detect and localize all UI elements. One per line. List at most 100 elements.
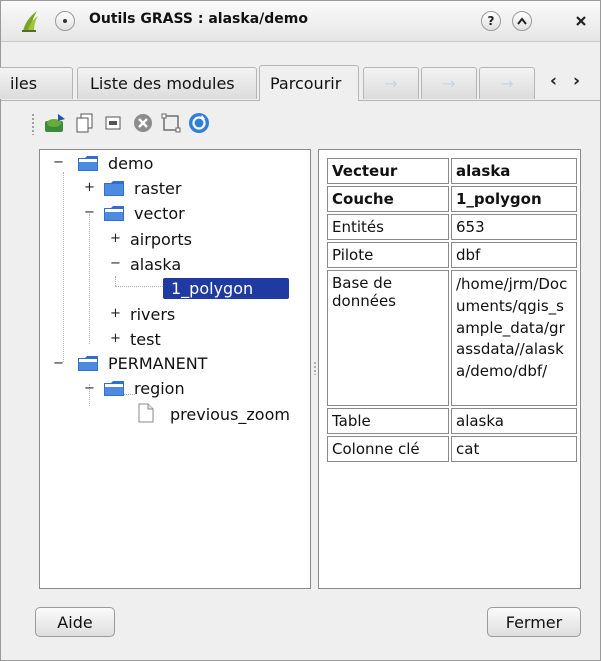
toolbar-grip[interactable]	[31, 113, 35, 135]
collapse-permanent-button[interactable]: −	[53, 357, 64, 370]
tab-bar: iles Liste des modules Parcourir → → → ‹…	[0, 65, 600, 101]
tree-item-label: region	[134, 378, 185, 398]
tree-item-raster[interactable]: raster	[134, 177, 181, 199]
tab-scroll-left-button[interactable]: ‹	[550, 71, 557, 91]
tree-item-label: alaska	[130, 254, 182, 274]
table-row: Couche 1_polygon	[327, 186, 577, 212]
tree-item-label: airports	[130, 229, 192, 249]
info-value: alaska	[451, 408, 577, 434]
tree-item-label: demo	[108, 153, 154, 173]
info-key: Table	[327, 408, 449, 434]
browser-toolbar	[31, 111, 291, 139]
info-key: Entités	[327, 214, 449, 240]
tree-item-test[interactable]: test	[130, 328, 161, 350]
add-map-icon[interactable]	[43, 111, 67, 135]
info-key: Pilote	[327, 242, 449, 268]
info-value: /home/jrm/Documents/qgis_sample_data/gra…	[451, 270, 577, 406]
folder-icon	[104, 181, 124, 196]
info-key: Base de données	[327, 270, 449, 406]
grass-tools-window: Outils GRASS : alaska/demo ? iles Liste …	[0, 0, 601, 661]
question-icon: ?	[487, 14, 495, 28]
tree-item-label: previous_zoom	[170, 404, 290, 424]
rollup-button[interactable]	[512, 11, 532, 31]
set-region-icon[interactable]	[159, 111, 183, 135]
help-button[interactable]: Aide	[35, 607, 115, 637]
tree-item-demo[interactable]: demo	[108, 152, 153, 174]
close-window-button[interactable]	[571, 11, 591, 31]
expand-rivers-button[interactable]: +	[110, 307, 121, 320]
tree-item-label: vector	[134, 203, 185, 223]
tree-item-1-polygon[interactable]: 1_polygon	[163, 277, 290, 299]
tree-line	[89, 214, 90, 344]
arrow-right-icon: →	[500, 74, 514, 93]
folder-open-icon	[104, 381, 124, 396]
arrow-right-icon: →	[442, 74, 456, 93]
dot-icon	[63, 19, 67, 23]
tab-module-output-1[interactable]: →	[363, 67, 419, 99]
arrow-right-icon: →	[384, 74, 398, 93]
delete-map-icon[interactable]	[131, 111, 155, 135]
tab-module-output-2[interactable]: →	[421, 67, 477, 99]
copy-map-icon[interactable]	[73, 111, 97, 135]
info-key: Colonne clé	[327, 436, 449, 462]
expand-raster-button[interactable]: +	[84, 181, 95, 194]
table-row: Base de données /home/jrm/Documents/qgis…	[327, 270, 577, 406]
info-value: cat	[451, 436, 577, 462]
help-button-label: Aide	[57, 612, 93, 632]
map-info-table: Vecteur alaska Couche 1_polygon Entités …	[325, 156, 579, 464]
tab-module-output-3[interactable]: →	[479, 67, 535, 99]
tab-label: Liste des modules	[90, 74, 235, 93]
table-row: Entités 653	[327, 214, 577, 240]
tree-line	[63, 172, 64, 362]
collapse-alaska-button[interactable]: −	[110, 257, 121, 270]
tab-modules-partial[interactable]: iles	[0, 67, 73, 99]
info-value: 1_polygon	[451, 186, 577, 212]
tab-module-list[interactable]: Liste des modules	[77, 67, 257, 99]
collapse-vector-button[interactable]: −	[84, 206, 95, 219]
tree-item-airports[interactable]: airports	[130, 228, 192, 250]
file-icon	[138, 403, 154, 423]
info-key: Vecteur	[327, 158, 449, 184]
table-row: Pilote dbf	[327, 242, 577, 268]
tree-item-rivers[interactable]: rivers	[130, 303, 175, 325]
window-menu-button[interactable]	[55, 11, 75, 31]
tree-item-label: raster	[134, 178, 182, 198]
table-row: Vecteur alaska	[327, 158, 577, 184]
expand-test-button[interactable]: +	[110, 332, 121, 345]
panel-splitter[interactable]	[313, 361, 317, 375]
tab-scroll-right-button[interactable]: ›	[573, 71, 580, 91]
tab-browse[interactable]: Parcourir	[259, 65, 359, 101]
folder-open-icon	[104, 206, 124, 221]
table-row: Table alaska	[327, 408, 577, 434]
tree-item-previous-zoom[interactable]: previous_zoom	[170, 403, 290, 425]
tree-line	[115, 286, 165, 287]
refresh-icon[interactable]	[187, 111, 211, 135]
map-info-panel: Vecteur alaska Couche 1_polygon Entités …	[318, 149, 581, 589]
expand-airports-button[interactable]: +	[110, 232, 121, 245]
tab-label: Parcourir	[270, 74, 342, 93]
close-button[interactable]: Fermer	[487, 607, 581, 637]
help-title-button[interactable]: ?	[481, 11, 501, 31]
info-value: 653	[451, 214, 577, 240]
tree-item-label: test	[130, 329, 161, 349]
grass-app-icon	[22, 11, 38, 32]
tree-item-permanent[interactable]: PERMANENT	[108, 352, 207, 374]
close-icon	[576, 16, 586, 26]
collapse-demo-button[interactable]: −	[53, 156, 64, 169]
tab-label: iles	[10, 74, 38, 93]
tree-item-label: 1_polygon	[163, 277, 290, 299]
tree-line	[115, 276, 116, 286]
tree-item-region[interactable]: region	[134, 377, 185, 399]
tree-item-alaska[interactable]: alaska	[130, 253, 181, 275]
tree-item-vector[interactable]: vector	[134, 202, 185, 224]
chevron-up-icon	[517, 17, 527, 25]
rename-map-icon[interactable]	[101, 111, 125, 135]
folder-open-icon	[78, 356, 98, 371]
info-value: dbf	[451, 242, 577, 268]
info-key: Couche	[327, 186, 449, 212]
mapset-tree[interactable]: − demo + raster − vector + airports − al…	[39, 149, 311, 589]
collapse-region-button[interactable]: −	[84, 382, 95, 395]
title-bar[interactable]: Outils GRASS : alaska/demo ?	[1, 1, 600, 42]
table-row: Colonne clé cat	[327, 436, 577, 462]
folder-open-icon	[78, 156, 98, 171]
